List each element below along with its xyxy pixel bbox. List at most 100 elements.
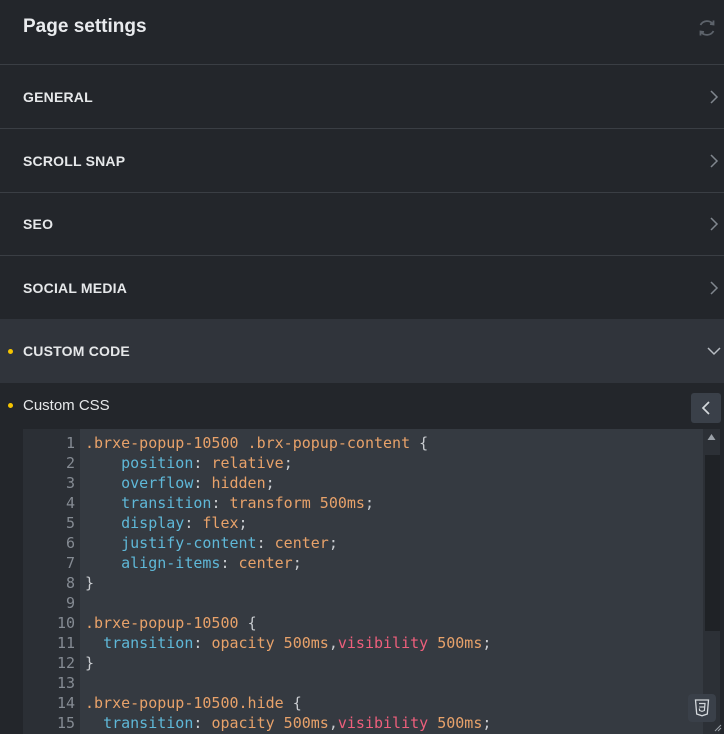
line-number: 2 [65,454,75,472]
code-line[interactable]: 13 [23,673,703,693]
code-token: : [184,514,203,532]
code-line[interactable]: 14 .brxe-popup-10500.hide { [23,693,703,713]
section-custom-code[interactable]: CUSTOM CODE [0,319,724,383]
chevron-left-icon [701,401,710,415]
section-social-media[interactable]: SOCIAL MEDIA [0,256,724,320]
code-content[interactable]: 1 .brxe-popup-10500 .brx-popup-content {2… [23,433,703,733]
refresh-icon[interactable] [696,17,718,39]
code-line[interactable]: 4 transition: transform 500ms; [23,493,703,513]
code-token: opacity 500ms [211,634,329,652]
line-code: } [85,653,94,673]
code-token: ; [482,634,492,652]
code-token: } [85,574,95,592]
line-code: transition: opacity 500ms,visibility 500… [85,633,491,653]
code-token: position [121,454,194,472]
code-token: , [328,634,338,652]
line-code: transition: opacity 500ms,visibility 500… [85,713,491,733]
line-code: align-items: center; [85,553,302,573]
code-line[interactable]: 10 .brxe-popup-10500 { [23,613,703,633]
section-scroll-snap[interactable]: SCROLL SNAP [0,129,724,193]
editor-scrollbar[interactable] [703,429,720,734]
line-number: 3 [65,474,75,492]
code-token: display [121,514,185,532]
code-line[interactable]: 12} [23,653,703,673]
code-token: transition [103,714,194,732]
chevron-right-icon [710,216,719,231]
code-token: : [193,474,212,492]
section-seo[interactable]: SEO [0,192,724,256]
code-token: ; [238,514,248,532]
code-line[interactable]: 15 transition: opacity 500ms,visibility … [23,713,703,733]
code-line[interactable]: 9 [23,593,703,613]
code-token: : [193,454,212,472]
code-token: ; [328,534,338,552]
code-token: align-items [121,554,221,572]
code-token: .brxe-popup-10500 .brx-popup-content [85,434,420,452]
scrollbar-thumb[interactable] [705,455,720,631]
custom-css-label: Custom CSS [23,397,110,414]
line-number: 14 [56,694,75,712]
code-token: : [193,634,212,652]
collapse-editor-button[interactable] [691,393,721,423]
panel-header: Page settings [0,0,724,65]
code-token: center [238,554,293,572]
line-code: transition: transform 500ms; [85,493,374,513]
code-token: opacity 500ms [211,714,329,732]
code-token: 500ms [428,714,483,732]
line-code: .brxe-popup-10500 .brx-popup-content { [85,433,428,453]
line-number: 5 [65,514,75,532]
code-line[interactable]: 5 display: flex; [23,513,703,533]
scroll-up-arrow-icon[interactable] [707,433,716,441]
chevron-down-icon [707,347,721,356]
code-token: : [220,554,239,572]
code-line[interactable]: 1 .brxe-popup-10500 .brx-popup-content { [23,433,703,453]
line-number: 4 [65,494,75,512]
chevron-right-icon [710,280,719,295]
line-code: overflow: hidden; [85,473,275,493]
code-token: : [193,714,212,732]
line-number: 9 [65,594,75,612]
code-token: hidden [211,474,266,492]
code-token: visibility [337,714,429,732]
code-token: ; [364,494,374,512]
line-code: justify-content: center; [85,533,338,553]
code-token: .brxe-popup-10500 [85,614,248,632]
line-code: position: relative; [85,453,293,473]
modified-indicator-dot [8,349,13,354]
line-number: 8 [65,574,75,592]
code-token: transition [103,634,194,652]
code-line[interactable]: 3 overflow: hidden; [23,473,703,493]
code-token: ; [292,554,302,572]
code-token: flex [202,514,239,532]
code-token: transform 500ms [229,494,365,512]
resize-grip-icon[interactable] [712,722,722,732]
code-token: overflow [121,474,194,492]
code-line[interactable]: 8} [23,573,703,593]
line-number: 6 [65,534,75,552]
section-general[interactable]: GENERAL [0,65,724,129]
code-token: { [419,434,429,452]
code-line[interactable]: 2 position: relative; [23,453,703,473]
code-line[interactable]: 6 justify-content: center; [23,533,703,553]
code-token: { [292,694,302,712]
chevron-right-icon [710,153,719,168]
code-line[interactable]: 7 align-items: center; [23,553,703,573]
line-code: .brxe-popup-10500.hide { [85,693,302,713]
code-line[interactable]: 11 transition: opacity 500ms,visibility … [23,633,703,653]
line-number: 11 [56,634,75,652]
css-code-editor[interactable]: 1 .brxe-popup-10500 .brx-popup-content {2… [23,429,720,734]
section-label: CUSTOM CODE [23,343,130,359]
code-token: ; [283,454,293,472]
line-number: 10 [56,614,75,632]
code-token: center [274,534,329,552]
css3-format-button[interactable] [688,694,716,722]
code-token: : [256,534,275,552]
line-code: display: flex; [85,513,248,533]
line-code: } [85,573,94,593]
chevron-right-icon [710,89,719,104]
